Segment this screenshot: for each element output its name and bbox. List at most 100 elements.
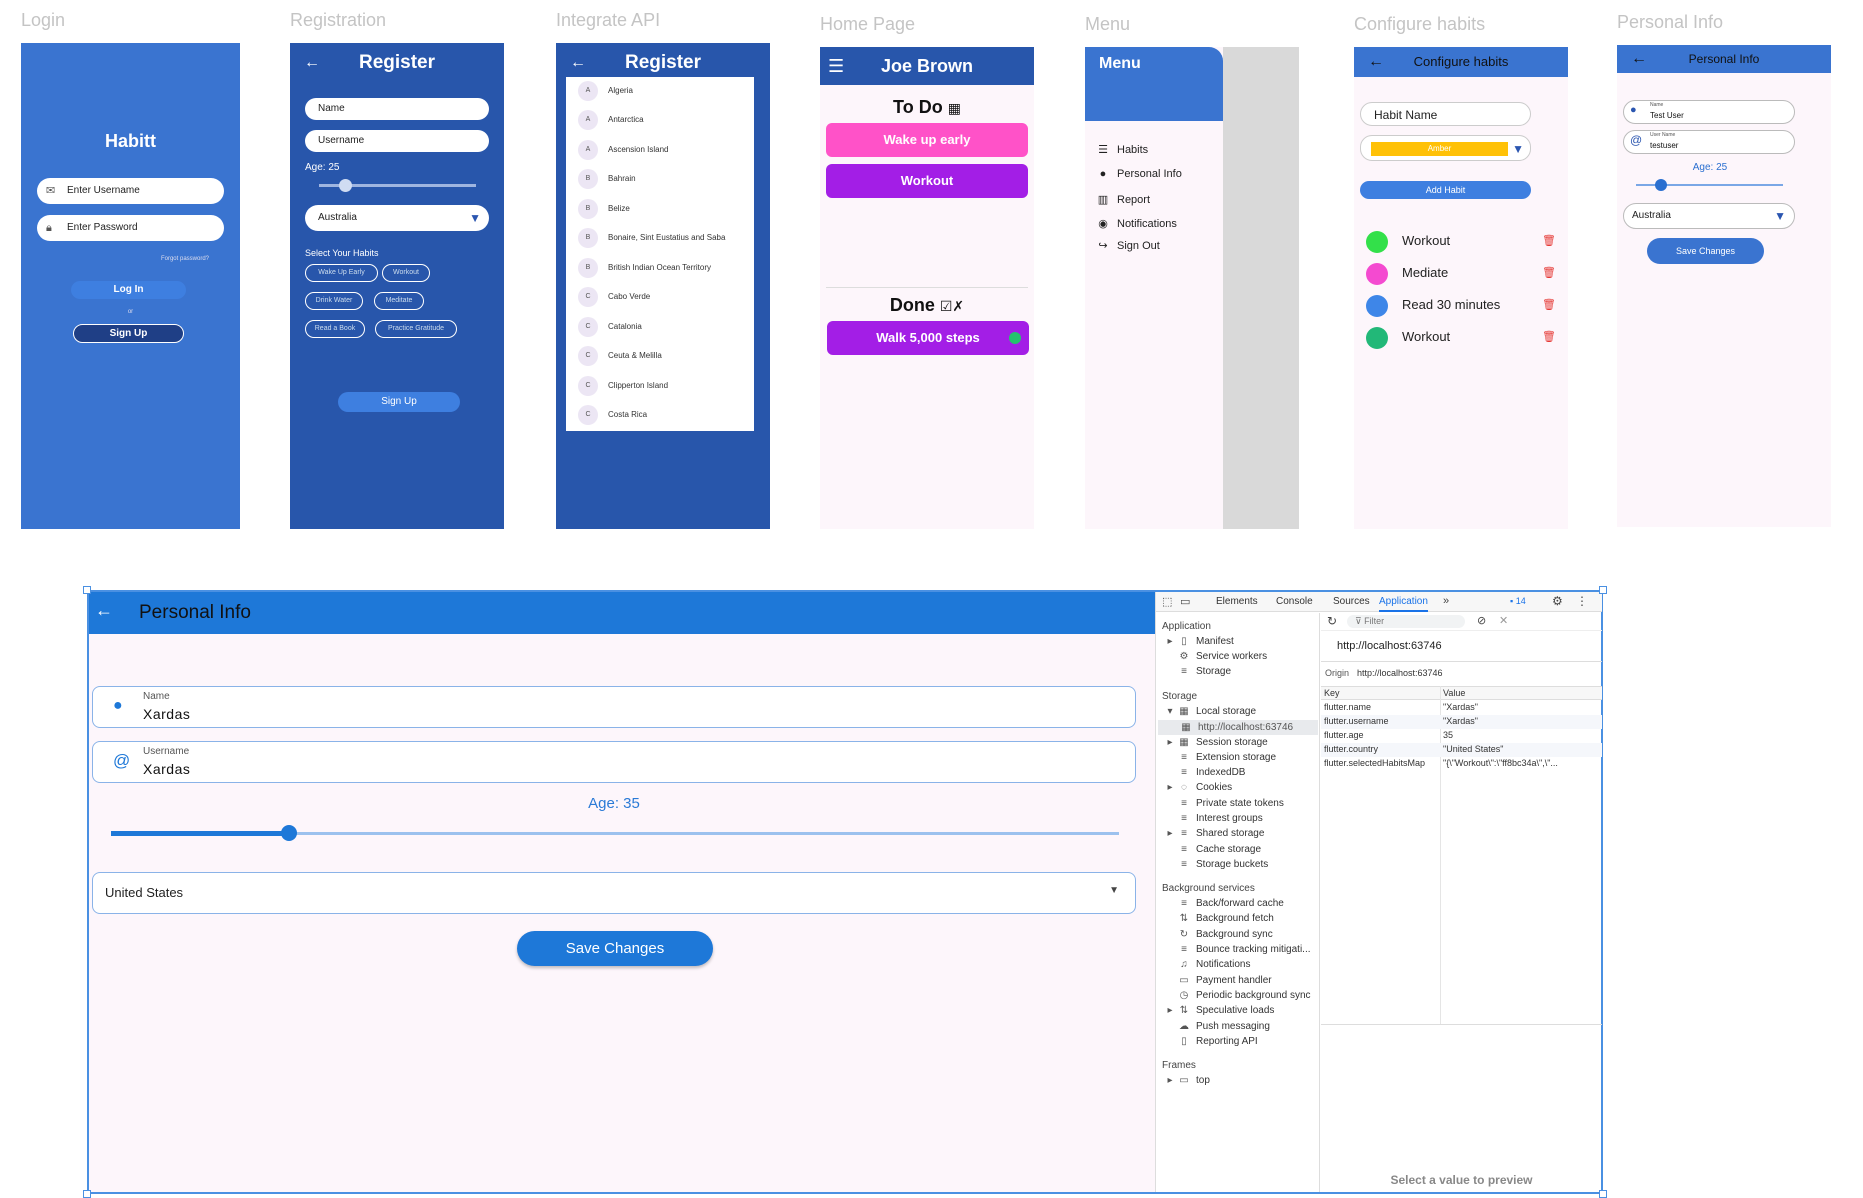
country-item[interactable]: B Bonaire, Sint Eustatius and Saba [578,228,725,248]
tree-item-frame-top[interactable]: ▸ ▭ top [1164,1075,1209,1086]
country-item[interactable]: A Antarctica [578,110,644,130]
gear-icon[interactable]: ⚙ [1552,594,1563,608]
tree-item-session-storage[interactable]: ▸ ▦ Session storage [1164,737,1267,748]
tree-item-localhost[interactable]: ▦ http://localhost:63746 [1158,720,1318,735]
country-item[interactable]: A Ascension Island [578,140,668,160]
habit-chip[interactable]: Read a Book [305,320,365,338]
trash-icon[interactable]: 🗑︎ [1542,326,1556,348]
table-row[interactable]: flutter.selectedHabitsMap "{\"Workout\":… [1321,757,1602,771]
name-input[interactable]: Name [305,98,489,120]
menu-item-habits[interactable]: ☰ Habits [1095,143,1148,156]
tree-item-cache-storage[interactable]: ≡ Cache storage [1164,844,1261,855]
tree-item-private-state-tokens[interactable]: ≡ Private state tokens [1164,798,1284,809]
signup-button[interactable]: Sign Up [73,324,184,343]
key-column-header[interactable]: Key [1324,688,1340,698]
habit-chip[interactable]: Practice Gratitude [375,320,457,338]
username-field[interactable]: @ Username Xardas [92,741,1136,783]
resize-handle[interactable] [83,1190,91,1198]
back-arrow-icon[interactable]: ← [1368,47,1384,77]
color-select[interactable]: Amber ▼ [1360,135,1531,161]
habit-chip[interactable]: Workout [382,264,430,282]
tree-item-periodic-sync[interactable]: ◷ Periodic background sync [1164,990,1311,1001]
username-field[interactable]: @ User Name testuser [1623,130,1795,154]
country-list[interactable]: A Algeria A Antarctica A Ascension Island B… [566,77,754,431]
back-arrow-icon[interactable]: ← [304,43,320,83]
forgot-password-link[interactable]: Forgot password? [161,256,209,262]
country-select[interactable]: United States ▼ [92,872,1136,914]
slider-thumb[interactable] [281,825,297,841]
menu-item-personal-info[interactable]: ● Personal Info [1095,168,1182,180]
country-item[interactable]: C Catalonia [578,317,642,337]
habit-chip[interactable]: Meditate [374,292,424,310]
tree-item-shared-storage[interactable]: ▸ ≡ Shared storage [1164,828,1264,839]
habit-row[interactable]: Workout 🗑︎ [1366,326,1556,349]
habit-chip[interactable]: Wake Up Early [305,264,378,282]
tree-item-reporting-api[interactable]: ▯ Reporting API [1164,1036,1257,1047]
device-icon[interactable]: ▭ [1180,595,1190,608]
delete-selected-icon[interactable]: ✕ [1499,614,1508,627]
tree-item-payment-handler[interactable]: ▭ Payment handler [1164,975,1271,986]
todo-item[interactable]: Wake up early [826,123,1028,157]
tree-item-interest-groups[interactable]: ≡ Interest groups [1164,813,1263,824]
table-row[interactable]: flutter.username "Xardas" [1321,715,1602,729]
country-item[interactable]: A Algeria [578,81,633,101]
habit-chip[interactable]: Drink Water [305,292,363,310]
resize-handle[interactable] [1599,586,1607,594]
slider-thumb[interactable] [1655,179,1667,191]
tree-item-bounce-tracking[interactable]: ≡ Bounce tracking mitigati... [1164,944,1310,955]
country-item[interactable]: B Bahrain [578,169,636,189]
tree-item-storage[interactable]: ≡ Storage [1164,666,1231,677]
tab-console[interactable]: Console [1276,596,1313,607]
inspect-icon[interactable]: ⬚ [1162,595,1172,608]
tree-item-background-sync[interactable]: ↻ Background sync [1164,929,1273,940]
country-item[interactable]: B Belize [578,199,630,219]
tab-application[interactable]: Application [1379,592,1428,612]
refresh-icon[interactable]: ↻ [1327,614,1337,628]
name-field[interactable]: ● Name Xardas [92,686,1136,728]
resize-handle[interactable] [83,586,91,594]
tree-item-extension-storage[interactable]: ≡ Extension storage [1164,752,1276,763]
filter-input[interactable]: ⊽ Filter [1347,615,1465,628]
signup-button[interactable]: Sign Up [338,392,460,412]
more-tabs-icon[interactable]: » [1443,595,1449,607]
tree-item-cookies[interactable]: ▸ ◌ Cookies [1164,782,1232,793]
hamburger-icon[interactable]: ☰ [828,47,844,85]
table-row[interactable]: flutter.country "United States" [1321,743,1602,757]
table-row[interactable]: flutter.age 35 [1321,729,1602,743]
country-item[interactable]: C Costa Rica [578,405,647,425]
add-habit-button[interactable]: Add Habit [1360,181,1531,199]
back-arrow-icon[interactable]: ← [1631,45,1647,73]
tab-sources[interactable]: Sources [1333,596,1370,607]
habit-name-input[interactable]: Habit Name [1360,102,1531,126]
clear-all-icon[interactable]: ⊘ [1477,614,1486,627]
menu-item-report[interactable]: ▥ Report [1095,193,1150,206]
done-item[interactable]: Walk 5,000 steps [827,321,1029,355]
save-changes-button[interactable]: Save Changes [1647,238,1764,264]
trash-icon[interactable]: 🗑︎ [1542,262,1556,284]
tree-item-local-storage[interactable]: ▾ ▦ Local storage [1164,706,1256,717]
slider-thumb[interactable] [339,179,352,192]
table-row[interactable]: flutter.name "Xardas" [1321,701,1602,715]
tree-item-bfcache[interactable]: ≡ Back/forward cache [1164,898,1284,909]
country-item[interactable]: C Clipperton Island [578,376,668,396]
country-item[interactable]: C Ceuta & Melilla [578,346,662,366]
tree-item-service-workers[interactable]: ⚙ Service workers [1164,651,1268,662]
trash-icon[interactable]: 🗑︎ [1542,230,1556,252]
tree-item-indexeddb[interactable]: ≡ IndexedDB [1164,767,1245,778]
resize-handle[interactable] [1599,1190,1607,1198]
tree-item-storage-buckets[interactable]: ≡ Storage buckets [1164,859,1268,870]
country-select[interactable]: Australia ▼ [1623,203,1795,229]
name-field[interactable]: ● Name Test User [1623,100,1795,124]
tab-elements[interactable]: Elements [1216,596,1258,607]
username-input[interactable]: ✉ Enter Username [37,178,224,204]
trash-icon[interactable]: 🗑︎ [1542,294,1556,316]
value-column-header[interactable]: Value [1443,688,1465,698]
password-input[interactable]: 🔒︎ Enter Password [37,215,224,241]
tree-item-notifications[interactable]: ♫ Notifications [1164,959,1250,970]
save-changes-button[interactable]: Save Changes [517,931,713,966]
issues-badge[interactable]: ▪ 14 [1510,596,1526,606]
menu-item-sign-out[interactable]: ↪ Sign Out [1095,239,1159,252]
todo-item[interactable]: Workout [826,164,1028,198]
back-arrow-icon[interactable]: ← [95,600,113,621]
country-item[interactable]: B British Indian Ocean Territory [578,258,711,278]
